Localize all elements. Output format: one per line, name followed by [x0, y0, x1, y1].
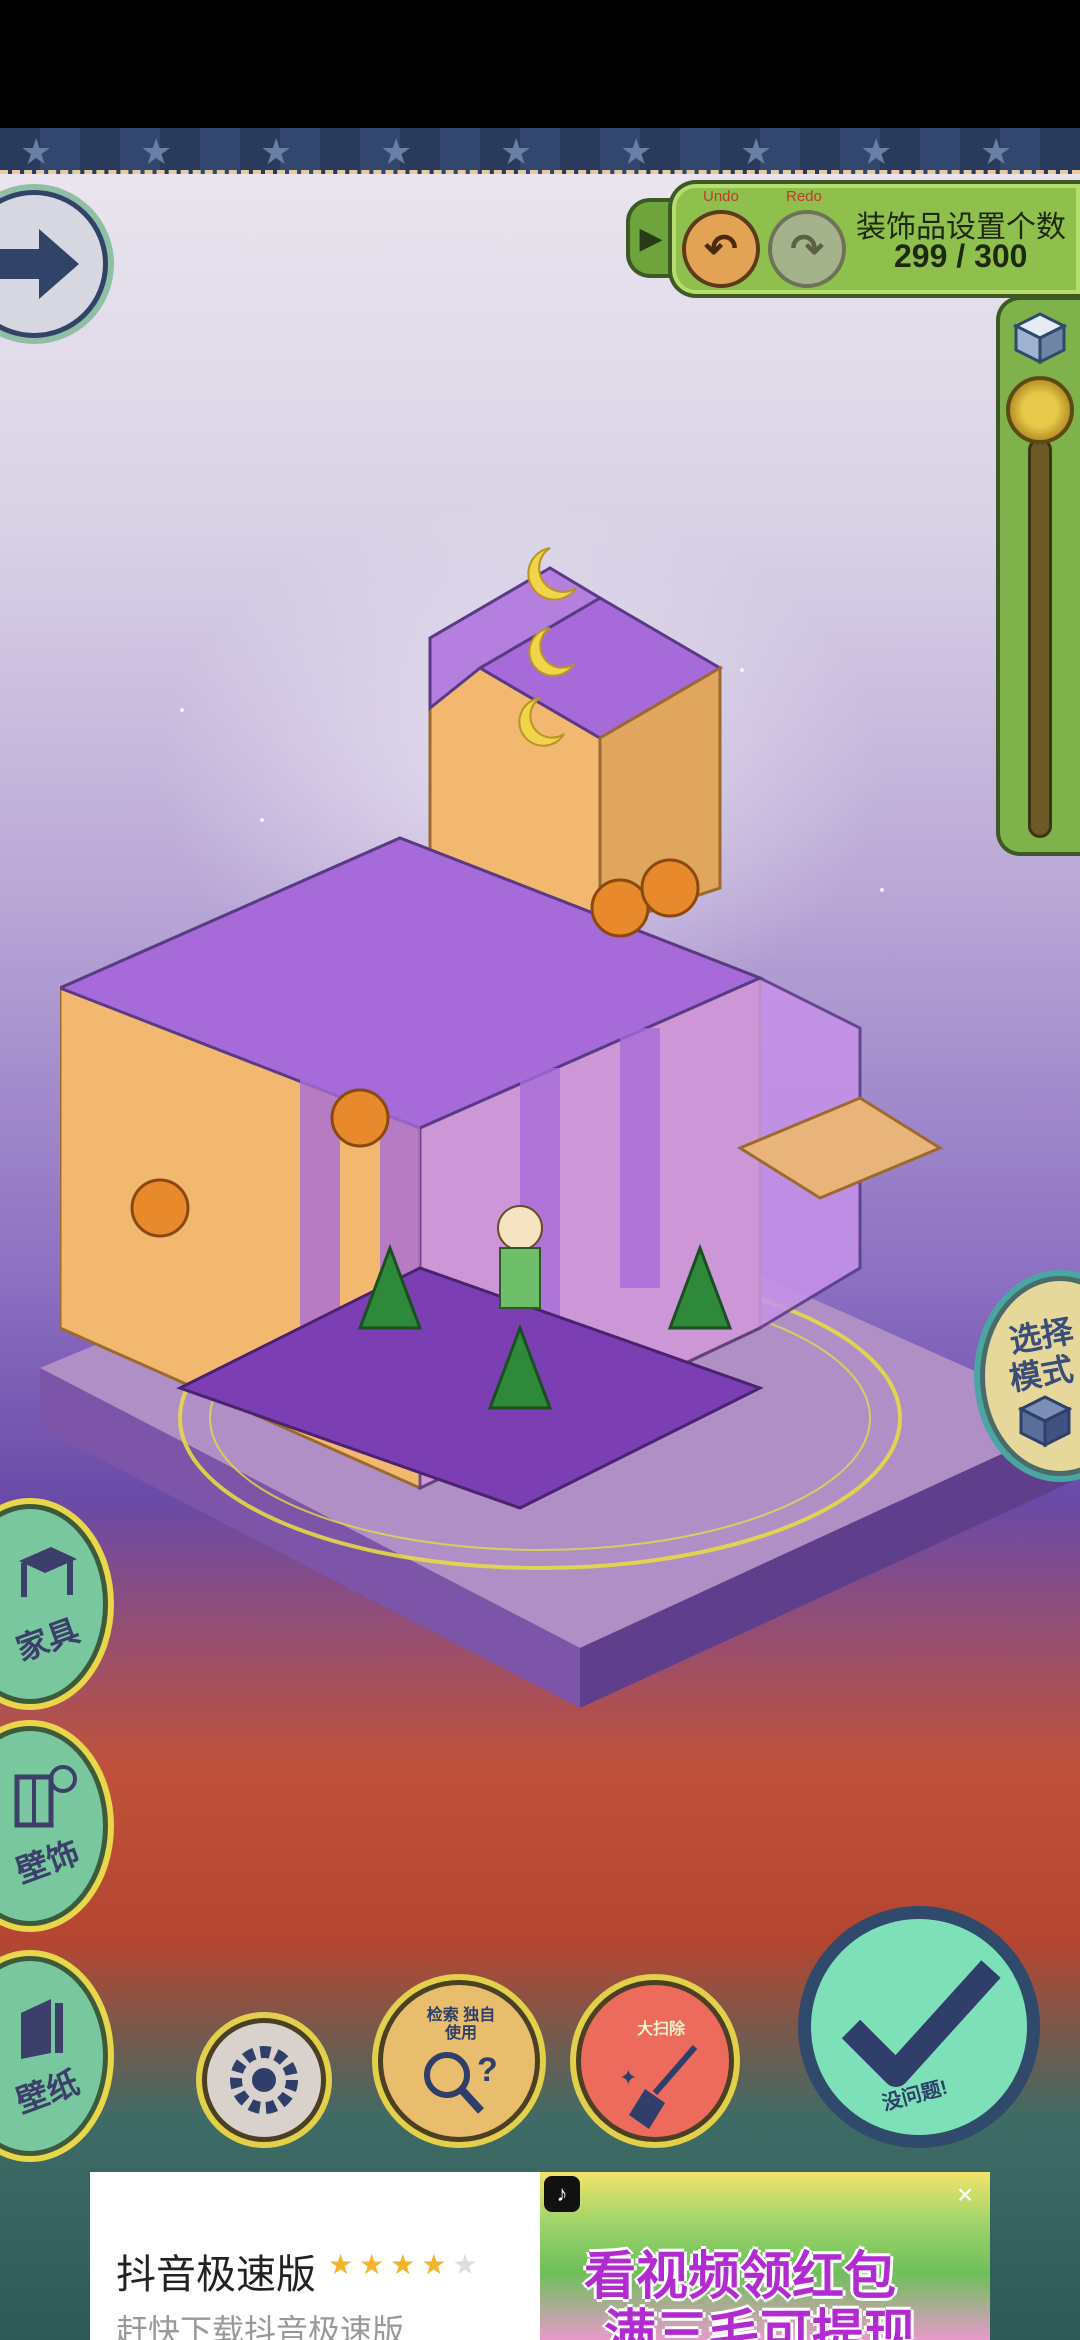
undo-button[interactable]: ↶: [682, 210, 760, 288]
redo-button[interactable]: ↷: [768, 210, 846, 288]
cube-icon: [1012, 312, 1068, 365]
ad-stars-off: ★: [452, 2249, 484, 2280]
tiktok-logo-icon: ♪: [544, 2176, 580, 2212]
redo-label: Redo: [786, 188, 822, 205]
cube-icon: [1017, 1395, 1073, 1448]
wallpaper-label: 壁纸: [11, 2064, 84, 2120]
magnifier-question-icon: ?: [424, 2051, 498, 2114]
height-slider-track[interactable]: [1028, 438, 1052, 838]
halloween-house[interactable]: [56, 508, 960, 1608]
confirm-ok-button[interactable]: 没问题!: [806, 1914, 1032, 2140]
search-button[interactable]: 检索 独自使用 ?: [378, 1980, 540, 2142]
svg-text:✦: ✦: [619, 2065, 637, 2090]
height-slider-knob[interactable]: [1006, 376, 1074, 444]
back-arrow-button[interactable]: [0, 190, 108, 338]
ad-banner[interactable]: 抖音极速版 ★★★★★ 赶快下载抖音极速版 看视频领红包 满三毛可提现 ♪ ×: [90, 2172, 990, 2340]
ad-image[interactable]: 看视频领红包 满三毛可提现: [540, 2172, 990, 2340]
ad-info: 抖音极速版 ★★★★★ 赶快下载抖音极速版: [90, 2172, 540, 2340]
star-icon: ★: [20, 131, 53, 172]
game-scene[interactable]: ★ ★ ★ ★ ★ ★ ★ ★ ★ ▶ Undo Redo ↶ ↷ 装饰品设置个…: [0, 128, 1080, 2340]
search-label: 检索 独自使用: [426, 2007, 496, 2042]
undo-icon: ↶: [704, 227, 738, 271]
star-icon: ★: [740, 131, 773, 172]
ad-close-button[interactable]: ×: [950, 2180, 980, 2210]
play-triangle-icon: ▶: [639, 221, 663, 255]
gear-icon: [230, 2046, 298, 2114]
ad-app-name: 抖音极速版: [116, 2253, 316, 2297]
undo-label: Undo: [703, 188, 739, 205]
wall-decor-label: 壁饰: [11, 1834, 84, 1890]
decoration-count-value: 299 / 300: [894, 238, 1028, 274]
redo-icon: ↷: [790, 227, 824, 271]
top-border: ★ ★ ★ ★ ★ ★ ★ ★ ★: [0, 128, 1080, 174]
furniture-label: 家具: [11, 1612, 84, 1668]
wall-decor-button[interactable]: 壁饰: [0, 1726, 108, 1926]
broom-icon: ✦: [619, 2045, 698, 2129]
ad-headline-2: 满三毛可提现: [604, 2306, 917, 2340]
star-icon: ★: [260, 131, 293, 172]
clean-label: 大扫除: [636, 2021, 685, 2038]
star-icon: ★: [620, 131, 653, 172]
star-icon: ★: [140, 131, 173, 172]
star-icon: ★: [980, 131, 1013, 172]
clean-all-button[interactable]: 大扫除 ✦: [576, 1980, 734, 2142]
ad-subtitle: 赶快下载抖音极速版: [116, 2313, 405, 2340]
ad-stars-on: ★★★★: [328, 2249, 453, 2280]
window-clock-icon: [14, 1765, 77, 1828]
wallpaper-button[interactable]: 壁纸: [0, 1956, 108, 2156]
table-icon: [19, 1547, 77, 1597]
star-icon: ★: [500, 131, 533, 172]
svg-text:?: ?: [477, 2051, 498, 2089]
star-icon: ★: [380, 131, 413, 172]
ad-rating: ★★★★★: [328, 2248, 484, 2281]
arrow-right-icon: [0, 229, 79, 299]
status-bar: [0, 0, 1080, 128]
checkmark-icon: [841, 1960, 1001, 2087]
settings-button[interactable]: [202, 2018, 326, 2142]
star-icon: ★: [860, 131, 893, 172]
door-icon: [21, 1999, 63, 2059]
